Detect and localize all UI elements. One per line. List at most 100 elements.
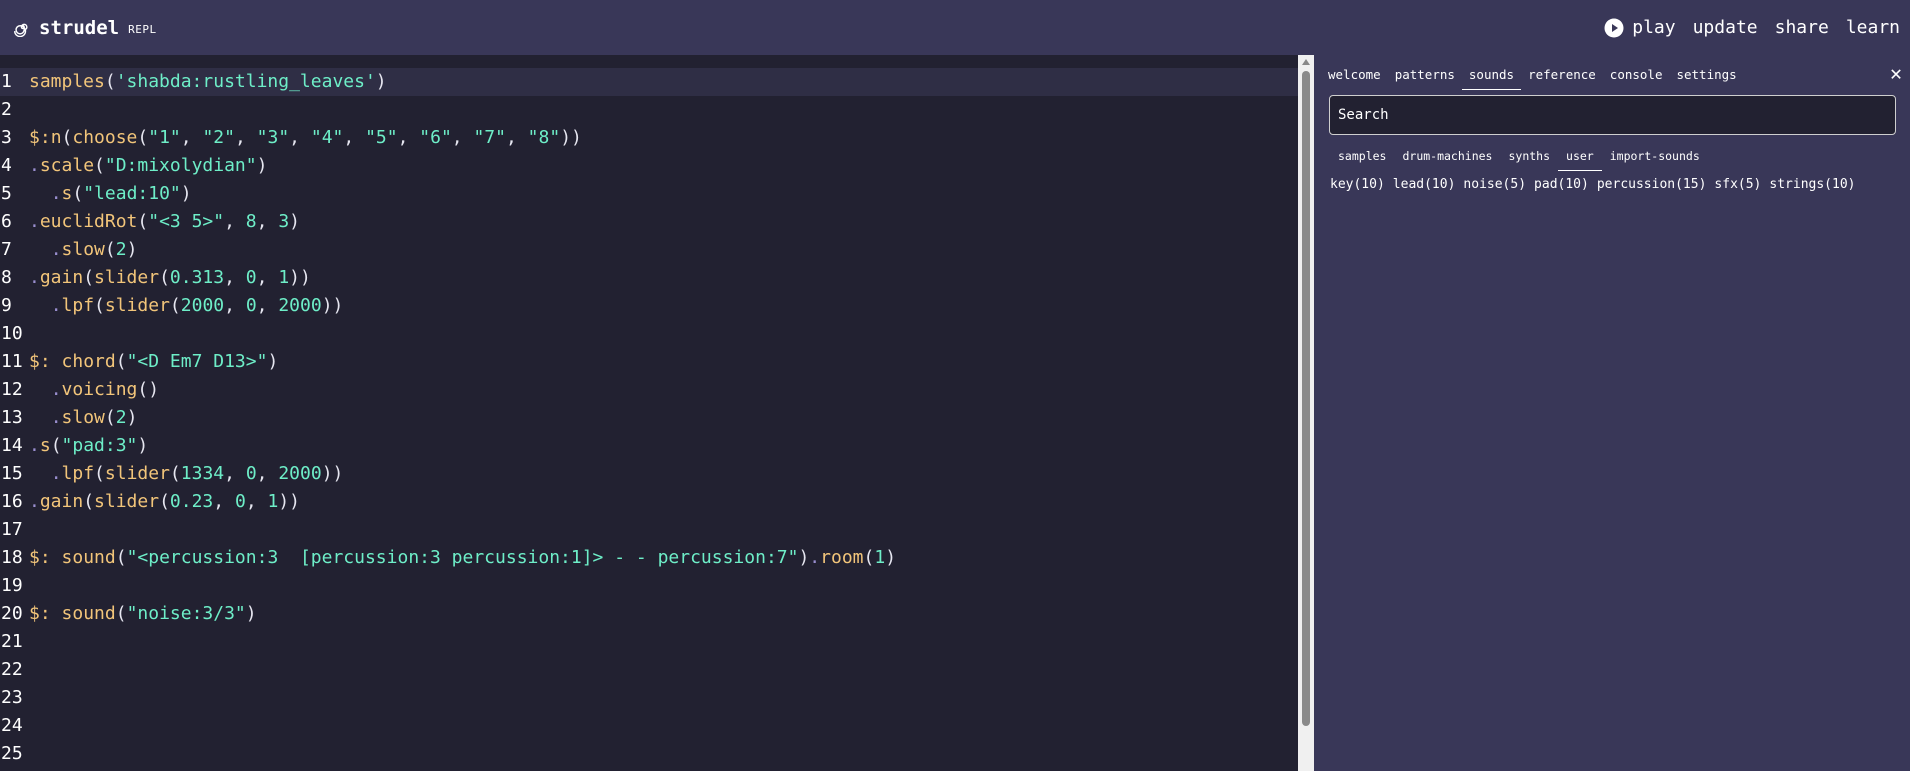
subtab-samples[interactable]: samples bbox=[1330, 146, 1394, 171]
app-title: strudel bbox=[39, 16, 120, 39]
code-line[interactable]: 18 $: sound("<percussion:3 [percussion:3 … bbox=[0, 544, 896, 572]
code-line[interactable]: 10 bbox=[0, 320, 29, 348]
sound-item[interactable]: percussion(15) bbox=[1597, 177, 1707, 192]
tab-settings[interactable]: settings bbox=[1669, 62, 1743, 90]
code-line[interactable]: 15 .lpf(slider(1334, 0, 2000)) bbox=[0, 460, 343, 488]
top-nav: play update share learn bbox=[1587, 0, 1900, 55]
code-line[interactable]: 9 .lpf(slider(2000, 0, 2000)) bbox=[0, 292, 343, 320]
code-line[interactable]: 19 bbox=[0, 572, 29, 600]
update-button[interactable]: update bbox=[1693, 17, 1758, 38]
line-code[interactable]: samples('shabda:rustling_leaves') bbox=[21, 68, 387, 96]
line-code[interactable]: $:n(choose("1", "2", "3", "4", "5", "6",… bbox=[21, 124, 582, 152]
sound-item[interactable]: strings(10) bbox=[1769, 177, 1855, 192]
scroll-thumb[interactable] bbox=[1302, 71, 1310, 726]
code-line[interactable]: 14 .s("pad:3") bbox=[0, 432, 148, 460]
line-number: 10 bbox=[1, 323, 23, 344]
line-number: 24 bbox=[1, 715, 23, 736]
line-number: 20 bbox=[1, 603, 23, 624]
line-code[interactable]: .euclidRot("<3 5>", 8, 3) bbox=[21, 208, 300, 236]
code-line[interactable]: 24 bbox=[0, 712, 29, 740]
play-button[interactable]: play bbox=[1604, 17, 1676, 38]
line-number: 22 bbox=[1, 659, 23, 680]
app-subtitle: REPL bbox=[128, 23, 157, 36]
code-line[interactable]: 5 .s("lead:10") bbox=[0, 180, 192, 208]
line-number: 2 bbox=[1, 99, 12, 120]
tab-sounds[interactable]: sounds bbox=[1461, 62, 1522, 90]
tab-console[interactable]: console bbox=[1603, 62, 1670, 90]
code-line[interactable]: 16 .gain(slider(0.23, 0, 1)) bbox=[0, 488, 300, 516]
scroll-up-arrow-icon[interactable] bbox=[1302, 59, 1310, 65]
code-line[interactable]: 4 .scale("D:mixolydian") bbox=[0, 152, 267, 180]
line-code[interactable]: .s("pad:3") bbox=[21, 432, 148, 460]
code-editor[interactable]: 1 samples('shabda:rustling_leaves') 2 3 $:n(… bbox=[0, 55, 1298, 771]
line-code[interactable]: .voicing() bbox=[21, 376, 159, 404]
code-line[interactable]: 2 bbox=[0, 96, 29, 124]
code-line[interactable]: 7 .slow(2) bbox=[0, 236, 137, 264]
panel-tabs: welcome patterns sounds reference console set… bbox=[1321, 62, 1744, 90]
line-code[interactable]: $: sound("<percussion:3 [percussion:3 pe… bbox=[21, 544, 896, 572]
share-button[interactable]: share bbox=[1775, 17, 1829, 38]
play-label: play bbox=[1632, 17, 1676, 38]
sound-subtabs: samples drum-machines synths user import-sou… bbox=[1330, 146, 1708, 171]
line-code[interactable]: .s("lead:10") bbox=[21, 180, 192, 208]
line-code[interactable]: $: chord("<D Em7 D13>") bbox=[21, 348, 278, 376]
editor-scrollbar[interactable] bbox=[1298, 55, 1314, 771]
line-number: 19 bbox=[1, 575, 23, 596]
line-code[interactable]: .scale("D:mixolydian") bbox=[21, 152, 267, 180]
subtab-import-sounds[interactable]: import-sounds bbox=[1602, 146, 1708, 171]
code-line[interactable]: 12 .voicing() bbox=[0, 376, 159, 404]
line-code[interactable]: .gain(slider(0.23, 0, 1)) bbox=[21, 488, 300, 516]
sound-item[interactable]: lead(10) bbox=[1393, 177, 1456, 192]
line-number: 23 bbox=[1, 687, 23, 708]
code-line[interactable]: 22 bbox=[0, 656, 29, 684]
line-code[interactable]: .lpf(slider(2000, 0, 2000)) bbox=[21, 292, 344, 320]
tab-patterns[interactable]: patterns bbox=[1388, 62, 1462, 90]
code-line[interactable]: 3 $:n(choose("1", "2", "3", "4", "5", "6"… bbox=[0, 124, 582, 152]
sound-item[interactable]: key(10) bbox=[1330, 177, 1385, 192]
code-line[interactable]: 23 bbox=[0, 684, 29, 712]
sound-list: key(10) lead(10) noise(5) pad(10) percussion… bbox=[1330, 177, 1863, 192]
line-number: 15 bbox=[1, 463, 23, 484]
line-number: 14 bbox=[1, 435, 23, 456]
code-line[interactable]: 25 bbox=[0, 740, 29, 768]
code-line[interactable]: 21 bbox=[0, 628, 29, 656]
line-code[interactable]: .slow(2) bbox=[21, 236, 138, 264]
line-code[interactable]: $: sound("noise:3/3") bbox=[21, 600, 257, 628]
code-line[interactable]: 1 samples('shabda:rustling_leaves') bbox=[0, 68, 1298, 96]
line-number: 3 bbox=[1, 127, 12, 148]
learn-button[interactable]: learn bbox=[1846, 17, 1900, 38]
line-code[interactable]: .lpf(slider(1334, 0, 2000)) bbox=[21, 460, 344, 488]
line-number: 1 bbox=[1, 71, 12, 92]
line-number: 8 bbox=[1, 267, 12, 288]
sound-item[interactable]: pad(10) bbox=[1534, 177, 1589, 192]
sound-item[interactable]: noise(5) bbox=[1463, 177, 1526, 192]
spiral-icon bbox=[13, 23, 28, 37]
line-number: 11 bbox=[1, 351, 23, 372]
code-line[interactable]: 8 .gain(slider(0.313, 0, 1)) bbox=[0, 264, 311, 292]
code-line[interactable]: 20 $: sound("noise:3/3") bbox=[0, 600, 257, 628]
tab-reference[interactable]: reference bbox=[1521, 62, 1603, 90]
close-icon[interactable]: ✕ bbox=[1890, 61, 1902, 85]
line-code[interactable]: .gain(slider(0.313, 0, 1)) bbox=[21, 264, 311, 292]
subtab-drum-machines[interactable]: drum-machines bbox=[1394, 146, 1500, 171]
line-code[interactable]: .slow(2) bbox=[21, 404, 138, 432]
line-number: 25 bbox=[1, 743, 23, 764]
logo[interactable]: strudel REPL bbox=[12, 17, 157, 39]
code-line[interactable]: 17 bbox=[0, 516, 29, 544]
code-line[interactable]: 11 $: chord("<D Em7 D13>") bbox=[0, 348, 278, 376]
code-line[interactable]: 13 .slow(2) bbox=[0, 404, 137, 432]
subtab-synths[interactable]: synths bbox=[1500, 146, 1558, 171]
side-panel: welcome patterns sounds reference console set… bbox=[1314, 55, 1910, 771]
subtab-user[interactable]: user bbox=[1558, 146, 1602, 171]
line-number: 5 bbox=[1, 183, 12, 204]
play-circle-icon bbox=[1604, 18, 1624, 37]
search-input[interactable] bbox=[1329, 95, 1896, 135]
tab-welcome[interactable]: welcome bbox=[1321, 62, 1388, 90]
line-number: 4 bbox=[1, 155, 12, 176]
line-number: 18 bbox=[1, 547, 23, 568]
code-line[interactable]: 6 .euclidRot("<3 5>", 8, 3) bbox=[0, 208, 300, 236]
line-number: 6 bbox=[1, 211, 12, 232]
line-number: 7 bbox=[1, 239, 12, 260]
line-number: 16 bbox=[1, 491, 23, 512]
sound-item[interactable]: sfx(5) bbox=[1714, 177, 1761, 192]
